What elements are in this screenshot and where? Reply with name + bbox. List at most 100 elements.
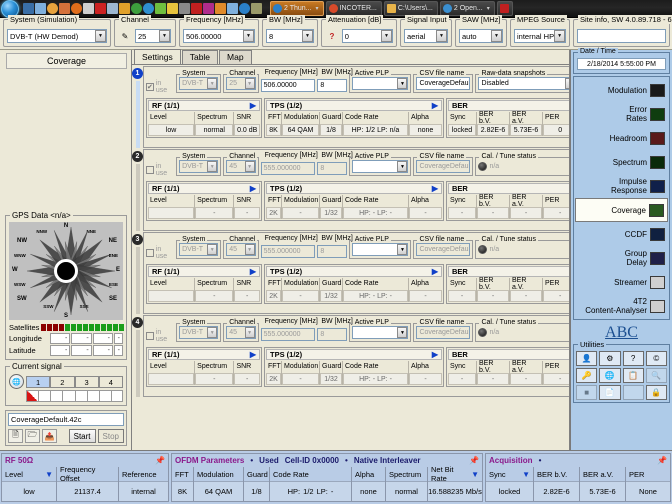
expand-arrow-icon[interactable]: ▶ [432,350,438,359]
expand-arrow-icon[interactable]: ▶ [250,267,256,276]
mail-icon[interactable] [35,3,46,14]
help-icon[interactable]: ? [623,351,644,366]
new-file-icon[interactable]: 🗎 [8,429,23,443]
block-channel-select-1[interactable]: 25 ▼ [226,77,255,90]
rf-panel-header[interactable]: RF (1/1) ▶ [148,100,260,111]
ber-panel-header[interactable]: BER [448,349,569,360]
csv-file-input-2[interactable]: CoverageDefault [416,160,470,173]
pin-icon[interactable]: 📌 [657,456,667,465]
chevron-down-icon[interactable]: ▼ [95,30,106,42]
chevron-down-icon[interactable]: ▼ [397,78,407,89]
signal-tab-1[interactable]: 1 [26,376,50,388]
menu-item-coverage[interactable]: Coverage [575,198,668,222]
copyright-icon[interactable]: © [646,351,667,366]
chevron-down-icon[interactable]: ▾ [316,5,319,12]
expand-arrow-icon[interactable]: ▶ [250,101,256,110]
grid-icon[interactable] [179,3,190,14]
chevron-down-icon[interactable]: ▼ [207,161,217,172]
save-file-icon[interactable]: 📤 [42,429,57,443]
menu-item-impulse-response[interactable]: ImpulseResponse [575,174,668,198]
taskbar-button-thunderbird[interactable]: 2 Thun... ▾ [270,1,324,16]
signal-tab-2[interactable]: 2 [50,376,74,388]
chevron-down-icon[interactable]: ▼ [381,30,392,42]
block-system-select-2[interactable]: DVB-T ▼ [179,160,218,173]
chevron-down-icon[interactable]: ▼ [207,78,217,89]
open-file-icon[interactable]: 🗁 [25,429,40,443]
rf-panel-header[interactable]: RF (1/1) ▶ [148,183,260,194]
folder-icon[interactable] [215,3,226,14]
chevron-down-icon[interactable]: ▼ [302,30,313,42]
globe-icon[interactable]: 🌐 [9,374,24,389]
pin-icon[interactable] [119,3,130,14]
shield-icon[interactable] [47,3,58,14]
saw-select[interactable]: auto ▼ [459,29,503,43]
menu-item-group-delay[interactable]: GroupDelay [575,246,668,270]
block-system-select-4[interactable]: DVB-T ▼ [179,326,218,339]
lock-icon[interactable]: 🔒 [646,385,667,400]
chevron-down-icon[interactable]: ▼ [436,30,447,42]
expand-arrow-icon[interactable]: ▶ [432,184,438,193]
drive-icon[interactable] [107,3,118,14]
active-plp-select-1[interactable]: ▼ [352,77,409,90]
chevron-down-icon[interactable]: ▼ [207,327,217,338]
menu-item-spectrum[interactable]: Spectrum [575,150,668,174]
channel-select[interactable]: 25 ▼ [135,29,171,43]
taskbar-button-explorer[interactable]: C:\Users\... [384,1,438,16]
pin-icon[interactable]: 📌 [155,456,165,465]
blue-globe-icon[interactable] [239,3,250,14]
chevron-down-icon[interactable]: ▼ [565,78,569,89]
chevron-down-icon[interactable]: ▼ [159,30,170,42]
start-button[interactable]: Start [69,429,96,443]
block-channel-select-4[interactable]: 45 ▼ [226,326,255,339]
tab-settings[interactable]: Settings [134,49,181,64]
menu-item-4t2-content-analyser[interactable]: 4T2Content-Analyser [575,294,668,318]
signal-input-select[interactable]: aerial ▼ [404,29,448,43]
active-plp-select-3[interactable]: ▼ [352,243,409,256]
block-bw-input-2[interactable]: 8 [317,162,346,175]
frequency-input[interactable]: 506.00000 ▼ [183,29,255,43]
signal-tab-3[interactable]: 3 [75,376,99,388]
settings-icon[interactable]: ⚙ [599,351,620,366]
csv-file-input-3[interactable]: CoverageDefault [416,243,470,256]
clipboard-icon[interactable]: 📋 [623,368,644,383]
document-icon[interactable]: 📄 [599,385,620,400]
block-bw-input-1[interactable]: 8 [317,79,346,92]
block-channel-select-2[interactable]: 45 ▼ [226,160,255,173]
raw-snapshots-select-1[interactable]: Disabled ▼ [478,77,569,90]
expand-arrow-icon[interactable]: ▶ [250,350,256,359]
csv-file-input-1[interactable]: CoverageDefault [416,77,470,90]
network-icon[interactable] [83,3,94,14]
taskbar-button-pdf[interactable] [497,1,513,16]
menu-item-streamer[interactable]: Streamer [575,270,668,294]
block-frequency-input-4[interactable]: 555.000000 [261,328,316,341]
chevron-down-icon[interactable]: ▼ [554,30,565,42]
file-name-input[interactable]: CoverageDefault.42c [8,413,124,426]
site-info-input[interactable] [577,29,666,43]
chevron-down-icon[interactable]: ▼ [245,78,255,89]
chevron-down-icon[interactable]: ▾ [487,5,490,12]
menu-item-headroom[interactable]: Headroom [575,126,668,150]
signal-tab-4[interactable]: 4 [99,376,123,388]
expand-arrow-icon[interactable]: ▶ [432,267,438,276]
menu-item-ccdf[interactable]: CCDF [575,222,668,246]
pencil-icon[interactable]: ✎ [118,29,132,43]
block-frequency-input-1[interactable]: 506.00000 [261,79,316,92]
tab-map[interactable]: Map [219,50,252,64]
ball-icon[interactable] [143,3,154,14]
block-system-select-1[interactable]: DVB-T ▼ [179,77,218,90]
a-icon[interactable] [191,3,202,14]
attenuation-select[interactable]: 0 ▼ [342,29,393,43]
calc-icon[interactable] [59,3,70,14]
block-channel-select-3[interactable]: 45 ▼ [226,243,255,256]
user-icon[interactable]: 👤 [576,351,597,366]
taskbar-button-incoter[interactable]: INCOTER... [326,1,382,16]
block-bw-input-3[interactable]: 8 [317,245,346,258]
in-use-checkbox-1[interactable]: ✔ in use [146,74,174,94]
mpeg-source-select[interactable]: internal HP ▼ [514,29,566,43]
tools-icon[interactable] [155,3,166,14]
f-icon[interactable] [95,3,106,14]
ber-panel-header[interactable]: BER [448,266,569,277]
chevron-down-icon[interactable]: ▼ [245,244,255,255]
in-use-checkbox-2[interactable]: in use [146,157,174,177]
tab-table[interactable]: Table [182,50,218,64]
